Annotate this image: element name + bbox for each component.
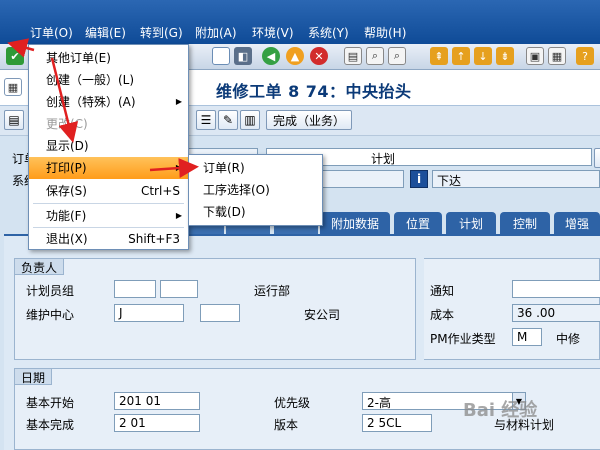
arrow-to-print: [50, 57, 79, 143]
arrow-to-order-print: [149, 158, 199, 178]
annotation-arrows: [7, 38, 199, 178]
arrow-to-menu: [7, 38, 35, 58]
watermark: Bai 经验: [463, 400, 538, 421]
